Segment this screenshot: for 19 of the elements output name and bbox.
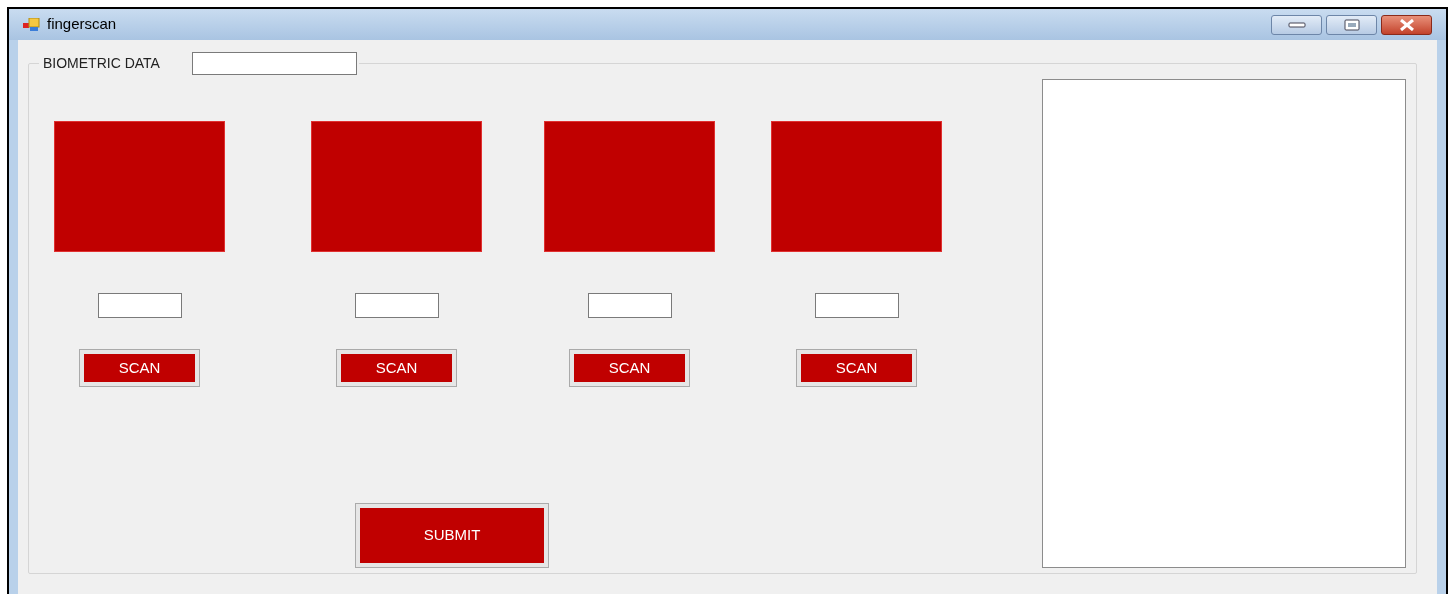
group-label: BIOMETRIC DATA [42,54,161,73]
close-icon [1397,18,1416,31]
text-field[interactable] [97,293,182,318]
scan-button[interactable]: SCAN [337,350,456,386]
text-field[interactable] [587,293,672,318]
scan-button[interactable]: SCAN [570,350,689,386]
text-field[interactable] [354,293,439,318]
window-title: fingerscan [47,14,117,35]
app-icon [23,17,41,32]
submit-button[interactable]: SUBMIT [356,504,548,567]
minimize-icon [1287,21,1306,28]
text-field[interactable] [814,293,899,318]
maximize-button[interactable] [1326,14,1377,35]
minimize-button[interactable] [1271,14,1322,35]
maximize-icon [1343,18,1360,31]
scan-button[interactable]: SCAN [80,350,199,386]
text-field[interactable] [191,52,357,75]
scan-button[interactable]: SCAN [797,350,916,386]
close-button[interactable] [1381,14,1432,35]
